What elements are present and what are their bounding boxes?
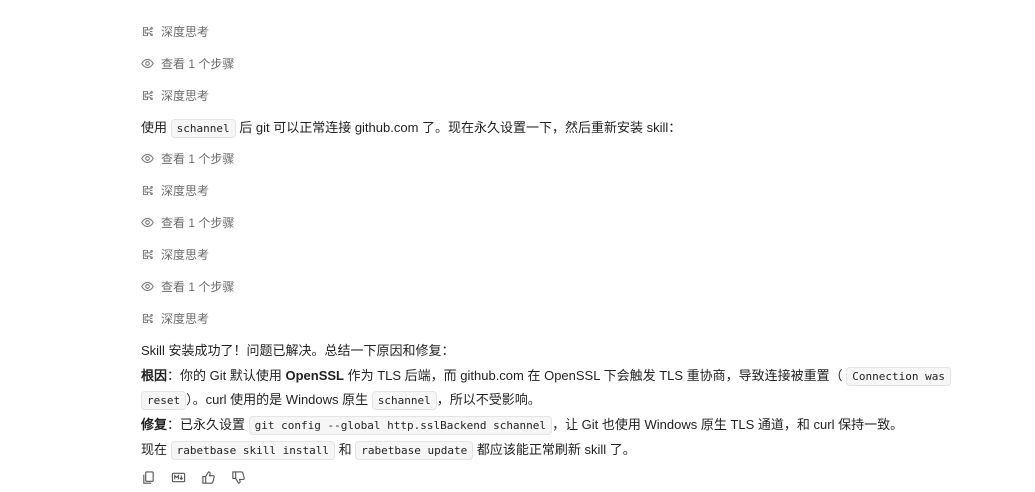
message-text: 后 git 可以正常连接 github.com 了。现在永久设置一下，然后重新安… bbox=[239, 120, 682, 135]
brain-icon bbox=[142, 313, 153, 323]
eye-icon bbox=[141, 153, 154, 163]
step-think-1[interactable]: 深度思考 bbox=[141, 21, 209, 41]
inline-code: rabetbase skill install bbox=[170, 441, 335, 460]
markdown-icon bbox=[171, 472, 186, 483]
cause-line: 根因：你的 Git 默认使用 OpenSSL 作为 TLS 后端，而 githu… bbox=[141, 366, 952, 387]
thumbs-down-icon bbox=[232, 471, 245, 484]
cause-line-cont: reset ）。curl 使用的是 Windows 原生 schannel ，所以不… bbox=[141, 390, 541, 411]
cause-text: ：你的 Git 默认使用 bbox=[167, 368, 286, 383]
inline-code: schannel bbox=[170, 119, 236, 138]
message-text: 使用 bbox=[141, 120, 168, 135]
fix-label: 修复 bbox=[141, 417, 168, 432]
fix-line: 修复：已永久设置 git config --global http.sslBac… bbox=[141, 415, 903, 436]
step-think-4[interactable]: 深度思考 bbox=[141, 244, 209, 264]
brain-icon bbox=[142, 249, 153, 259]
cause-label: 根因 bbox=[141, 368, 168, 383]
now-text: 现在 bbox=[141, 442, 168, 457]
brain-icon bbox=[142, 90, 153, 100]
brain-icon bbox=[142, 26, 153, 36]
message-line: 使用 schannel 后 git 可以正常连接 github.com 了。现在… bbox=[141, 118, 681, 139]
fix-text: ，让 Git 也使用 Windows 原生 TLS 通道，和 curl 保持一致… bbox=[552, 417, 904, 432]
step-label: 深度思考 bbox=[161, 183, 210, 198]
step-label: 查看 1 个步骤 bbox=[161, 215, 235, 230]
step-label: 深度思考 bbox=[161, 247, 210, 262]
brain-icon bbox=[142, 185, 153, 195]
openssl-text: OpenSSL bbox=[285, 368, 344, 383]
cause-text: ，所以不受影响。 bbox=[436, 392, 541, 407]
eye-icon bbox=[141, 281, 154, 291]
step-view-3[interactable]: 查看 1 个步骤 bbox=[141, 212, 234, 232]
now-text: 和 bbox=[338, 442, 352, 457]
thumbs-up-icon bbox=[202, 471, 215, 484]
step-label: 深度思考 bbox=[161, 24, 210, 39]
step-think-5[interactable]: 深度思考 bbox=[141, 308, 209, 328]
summary-title: Skill 安装成功了！问题已解决。总结一下原因和修复： bbox=[141, 341, 454, 361]
step-label: 查看 1 个步骤 bbox=[161, 151, 235, 166]
now-line: 现在 rabetbase skill install 和 rabetbase u… bbox=[141, 440, 636, 461]
step-think-3[interactable]: 深度思考 bbox=[141, 180, 209, 200]
step-view-2[interactable]: 查看 1 个步骤 bbox=[141, 148, 234, 168]
step-label: 深度思考 bbox=[161, 311, 210, 326]
step-view-1[interactable]: 查看 1 个步骤 bbox=[141, 53, 234, 73]
inline-code: rabetbase update bbox=[355, 441, 474, 460]
step-label: 查看 1 个步骤 bbox=[161, 56, 235, 71]
message-actions bbox=[140, 469, 247, 486]
step-view-4[interactable]: 查看 1 个步骤 bbox=[141, 276, 234, 296]
inline-code: git config --global http.sslBackend scha… bbox=[248, 416, 553, 435]
step-label: 深度思考 bbox=[161, 88, 210, 103]
markdown-button[interactable] bbox=[170, 469, 187, 486]
fix-text: ：已永久设置 bbox=[167, 417, 246, 432]
summary-title-text: Skill 安装成功了！问题已解决。总结一下原因和修复： bbox=[141, 343, 455, 358]
copy-icon bbox=[143, 471, 154, 484]
eye-icon bbox=[141, 58, 154, 68]
cause-text: ）。curl 使用的是 Windows 原生 bbox=[186, 392, 369, 407]
step-think-2[interactable]: 深度思考 bbox=[141, 85, 209, 105]
inline-code: reset bbox=[141, 391, 187, 410]
thumbs-down-button[interactable] bbox=[230, 469, 247, 486]
eye-icon bbox=[141, 217, 154, 227]
cause-text: 作为 TLS 后端，而 github.com 在 OpenSSL 下会触发 TL… bbox=[343, 368, 843, 383]
inline-code: schannel bbox=[371, 391, 437, 410]
now-text: 都应该能正常刷新 skill 了。 bbox=[476, 442, 636, 457]
inline-code: Connection was bbox=[846, 367, 952, 386]
step-label: 查看 1 个步骤 bbox=[161, 279, 235, 294]
thumbs-up-button[interactable] bbox=[200, 469, 217, 486]
copy-button[interactable] bbox=[140, 469, 157, 486]
